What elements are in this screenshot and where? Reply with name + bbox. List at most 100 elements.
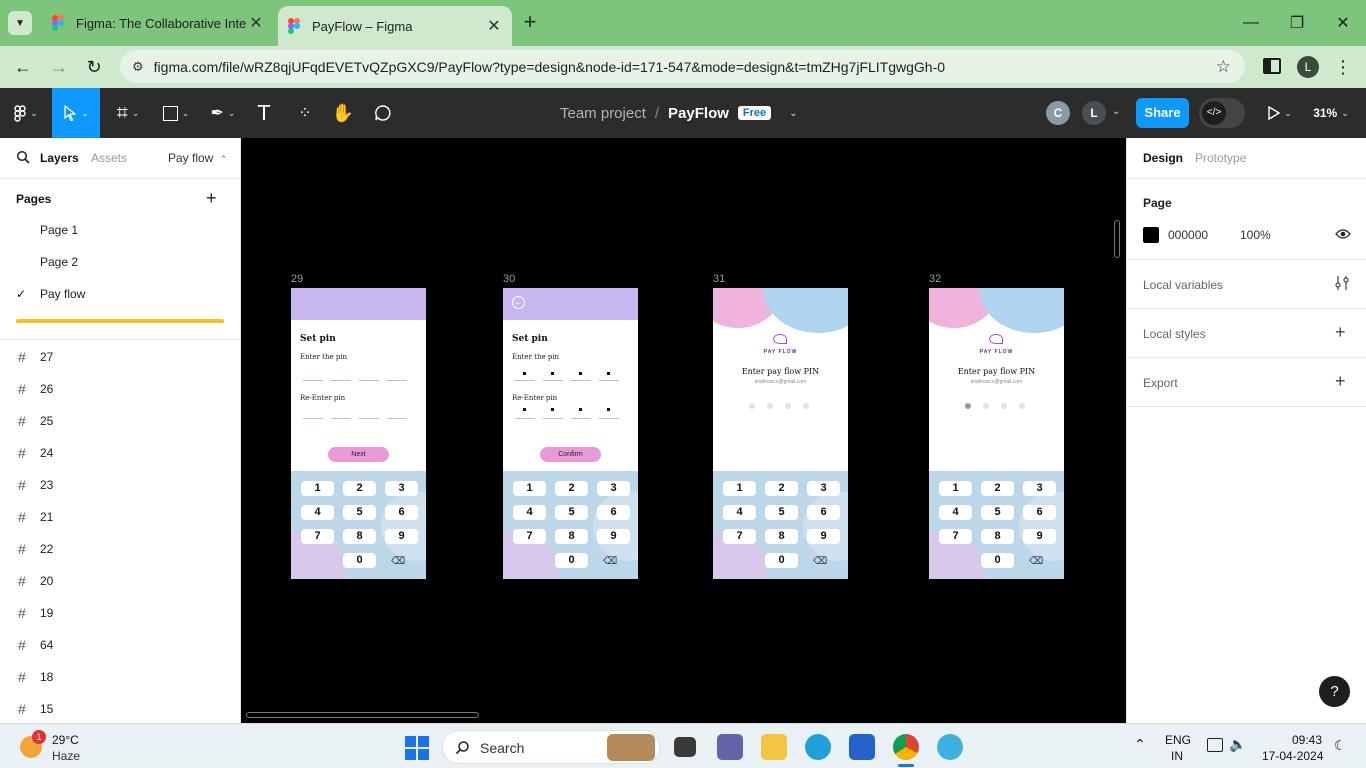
keypad-key[interactable]: 4 xyxy=(939,505,972,520)
keypad-key[interactable]: 9 xyxy=(385,529,418,544)
pin-slot[interactable] xyxy=(387,418,407,419)
help-button[interactable]: ? xyxy=(1319,676,1350,707)
pin-slot[interactable] xyxy=(543,418,563,419)
layer-row[interactable]: #21 xyxy=(0,501,240,533)
keypad-key[interactable]: 6 xyxy=(597,505,630,520)
bookmark-star-icon[interactable]: ☆ xyxy=(1216,57,1231,77)
microsoft-store-icon[interactable] xyxy=(849,734,875,760)
keypad-key[interactable]: 2 xyxy=(343,481,376,496)
present-button[interactable]: ⌄ xyxy=(1262,88,1298,138)
frame-screen-29[interactable]: Set pin Enter the pin Re-Enter pin Next 1 2 3 4… xyxy=(291,288,426,579)
main-menu-button[interactable]: ⌄ xyxy=(10,88,42,138)
pin-slot[interactable] xyxy=(599,380,619,381)
keypad-key[interactable]: 6 xyxy=(1023,505,1056,520)
chevron-up-icon[interactable]: ⌃ xyxy=(1134,736,1146,753)
site-settings-icon[interactable]: ⚙ xyxy=(132,59,144,75)
panel-resize-handle[interactable] xyxy=(16,319,224,323)
local-styles-section[interactable]: Local styles + xyxy=(1127,309,1366,358)
tab-payflow[interactable]: PayFlow – Figma ✕ xyxy=(278,6,512,46)
keypad-key[interactable]: 0 xyxy=(555,553,588,568)
hand-tool-button[interactable]: ✋ xyxy=(330,88,356,138)
profile-avatar[interactable]: L xyxy=(1297,56,1319,78)
keypad-key[interactable]: 0 xyxy=(343,553,376,568)
pen-tool-button[interactable]: ✒ ⌄ xyxy=(205,88,241,138)
page-selector[interactable]: Pay flow ⌃ xyxy=(168,151,227,165)
avatar[interactable]: C xyxy=(1046,101,1070,125)
restore-button[interactable]: ❐ xyxy=(1274,0,1320,46)
layer-row[interactable]: #23 xyxy=(0,469,240,501)
keypad-key[interactable]: 0 xyxy=(765,553,798,568)
language-line1[interactable]: ENG xyxy=(1165,733,1191,747)
pin-slot[interactable] xyxy=(387,380,407,381)
task-view-icon[interactable] xyxy=(674,737,696,757)
keypad-key[interactable]: 0 xyxy=(981,553,1014,568)
keypad-key[interactable]: 5 xyxy=(765,505,798,520)
page-color-swatch[interactable] xyxy=(1143,227,1159,243)
back-circle-icon[interactable]: ← xyxy=(512,296,525,309)
search-icon[interactable] xyxy=(16,150,30,164)
dev-mode-toggle[interactable]: </> xyxy=(1199,98,1245,128)
url-text[interactable]: figma.com/file/wRZ8qjUFqdEVETvQZpGXC9/Pa… xyxy=(154,59,1194,75)
keypad-key[interactable]: 7 xyxy=(723,529,756,544)
file-explorer-icon[interactable] xyxy=(761,734,787,760)
keypad-key[interactable]: 2 xyxy=(765,481,798,496)
address-bar[interactable]: ⚙ figma.com/file/wRZ8qjUFqdEVETvQZpGXC9/… xyxy=(120,50,1245,83)
volume-icon[interactable]: 🔈 xyxy=(1229,736,1246,753)
edge-browser-icon[interactable] xyxy=(805,734,831,760)
pin-slot[interactable] xyxy=(571,418,591,419)
team-name[interactable]: Team project xyxy=(560,105,646,122)
keypad-key[interactable]: 5 xyxy=(981,505,1014,520)
back-arrow-icon[interactable]: ← xyxy=(12,56,34,78)
keypad-key[interactable]: 1 xyxy=(513,481,546,496)
frame-tool-button[interactable]: ⌗ ⌄ xyxy=(110,88,146,138)
windows-start-icon[interactable] xyxy=(405,736,429,760)
tab-design[interactable]: Design xyxy=(1143,151,1183,165)
add-export-icon[interactable]: + xyxy=(1335,371,1346,392)
keypad-key[interactable]: 2 xyxy=(981,481,1014,496)
local-variables-section[interactable]: Local variables xyxy=(1127,260,1366,309)
frame-label[interactable]: 29 xyxy=(291,273,303,285)
forward-arrow-icon[interactable]: → xyxy=(48,56,70,78)
frame-label[interactable]: 31 xyxy=(713,273,725,285)
weather-widget[interactable]: 1 29°C Haze xyxy=(18,730,128,764)
horizontal-scrollbar[interactable] xyxy=(246,712,479,718)
minimize-button[interactable]: — xyxy=(1228,0,1274,46)
language-line2[interactable]: IN xyxy=(1171,749,1183,763)
keypad-key[interactable]: 9 xyxy=(1023,529,1056,544)
new-tab-button[interactable]: + xyxy=(518,10,542,34)
paint-app-icon[interactable] xyxy=(937,734,963,760)
backspace-icon[interactable]: ⌫ xyxy=(813,556,827,567)
layer-row[interactable]: #22 xyxy=(0,533,240,565)
keypad-key[interactable]: 7 xyxy=(301,529,334,544)
page-opacity[interactable]: 100% xyxy=(1240,228,1271,242)
keypad-key[interactable]: 1 xyxy=(939,481,972,496)
layer-row[interactable]: #20 xyxy=(0,565,240,597)
keypad-key[interactable]: 3 xyxy=(385,481,418,496)
tab-search-button[interactable]: ▼ xyxy=(8,11,32,35)
frame-screen-30[interactable]: ← Set pin Enter the pin Re-Enter pin Confirm… xyxy=(503,288,638,579)
reload-icon[interactable]: ↻ xyxy=(83,56,105,78)
keypad-key[interactable]: 4 xyxy=(301,505,334,520)
keypad-key[interactable]: 7 xyxy=(939,529,972,544)
keypad-key[interactable]: 8 xyxy=(555,529,588,544)
eye-icon[interactable] xyxy=(1335,228,1351,240)
layer-row[interactable]: #25 xyxy=(0,405,240,437)
notifications-moon-icon[interactable]: ☾ xyxy=(1334,737,1347,754)
keypad-key[interactable]: 4 xyxy=(723,505,756,520)
comment-tool-button[interactable] xyxy=(370,88,396,138)
keypad-key[interactable]: 3 xyxy=(597,481,630,496)
page-item[interactable]: Page 2 xyxy=(0,255,240,275)
text-tool-button[interactable]: T xyxy=(252,88,276,138)
keypad-key[interactable]: 8 xyxy=(981,529,1014,544)
page-item[interactable]: Page 1 xyxy=(0,223,240,243)
backspace-icon[interactable]: ⌫ xyxy=(391,556,405,567)
frame-label[interactable]: 30 xyxy=(503,273,515,285)
side-panel-icon[interactable] xyxy=(1263,58,1281,74)
variables-sliders-icon[interactable] xyxy=(1335,275,1349,291)
layer-row[interactable]: #19 xyxy=(0,597,240,629)
layer-row[interactable]: #64 xyxy=(0,629,240,661)
frame-label[interactable]: 32 xyxy=(929,273,941,285)
resources-button[interactable]: ⁘ xyxy=(292,88,318,138)
keypad-key[interactable]: 1 xyxy=(723,481,756,496)
frame-screen-32[interactable]: PAY FLOW Enter pay flow PIN krishnaxcx@gma… xyxy=(929,288,1064,579)
